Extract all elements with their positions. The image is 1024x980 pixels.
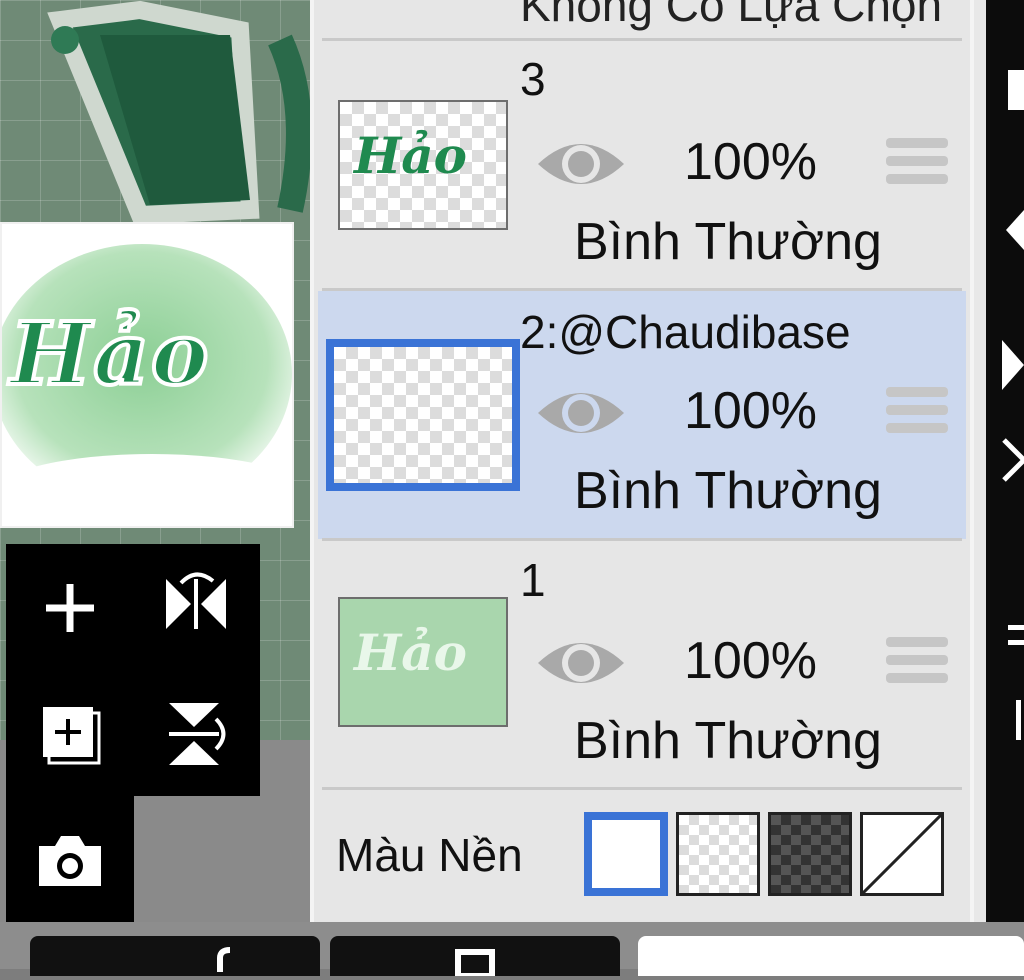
- copy-layer-icon: [43, 707, 101, 765]
- flip-vertical-icon: [169, 703, 226, 765]
- divider: [322, 38, 962, 41]
- thumbnail-lettering: Hảo: [354, 623, 467, 682]
- selection-status: Không Có Lựa Chọn: [520, 0, 943, 31]
- add-copy-layer-button[interactable]: [30, 694, 110, 774]
- drag-handle-icon[interactable]: [886, 138, 948, 196]
- layer-row-1[interactable]: Hảo 1 100% Bình Thường: [318, 541, 966, 789]
- blend-mode[interactable]: Bình Thường: [574, 711, 882, 771]
- blend-mode[interactable]: Bình Thường: [574, 461, 882, 521]
- plus-icon: [46, 584, 94, 632]
- bg-swatch-transparent[interactable]: [676, 812, 760, 896]
- background-color-label: Màu Nền: [336, 829, 523, 881]
- layer-thumbnail-selected: [326, 339, 520, 491]
- lock-icon: [455, 949, 495, 979]
- bottom-button-middle[interactable]: [330, 936, 620, 979]
- layer-opacity[interactable]: 100%: [684, 631, 817, 691]
- thumbnail-lettering: Hảo: [354, 126, 467, 185]
- undo-icon: [217, 947, 231, 972]
- flip-horizontal-icon: [166, 572, 226, 629]
- layer-tools-panel-lower: [6, 796, 134, 924]
- drag-handle-icon[interactable]: [886, 387, 948, 445]
- divider: [322, 787, 962, 790]
- eye-icon[interactable]: [536, 633, 626, 693]
- layer-opacity[interactable]: 100%: [684, 381, 817, 441]
- layers-panel: Không Có Lựa Chọn Hảo 3 100% Bình Thường…: [310, 0, 974, 922]
- eye-icon[interactable]: [536, 134, 626, 194]
- drag-handle-icon[interactable]: [886, 637, 948, 695]
- right-toolbar: [986, 0, 1024, 922]
- blend-mode[interactable]: Bình Thường: [574, 212, 882, 272]
- layer-row-3[interactable]: Hảo 3 100% Bình Thường: [318, 42, 966, 290]
- add-layer-button[interactable]: [30, 568, 110, 648]
- layer-name: 2:@Chaudibase: [520, 306, 851, 358]
- layer-tools-panel: [6, 544, 260, 796]
- flip-horizontal-button[interactable]: [156, 564, 236, 644]
- bottom-button-right[interactable]: [638, 936, 1024, 976]
- layer-row-2[interactable]: 2:@Chaudibase 100% Bình Thường: [318, 291, 966, 539]
- background-color-row: Màu Nền: [314, 792, 966, 920]
- layer-thumbnail: Hảo: [338, 100, 508, 230]
- layer-thumbnail: Hảo: [338, 597, 508, 727]
- layer-name: 1: [520, 554, 546, 606]
- layer-opacity[interactable]: 100%: [684, 132, 817, 192]
- flip-vertical-button[interactable]: [156, 694, 236, 774]
- layer-name: 3: [520, 53, 546, 105]
- toolbar-icons: [1002, 70, 1024, 740]
- bg-swatch-dark[interactable]: [768, 812, 852, 896]
- canvas-preview: Hảo: [0, 222, 294, 528]
- diagonal-slash-icon: [861, 813, 943, 895]
- camera-import-button[interactable]: [30, 820, 110, 900]
- preview-lettering: Hảo: [8, 302, 211, 407]
- bg-swatch-white[interactable]: [584, 812, 668, 896]
- bg-swatch-none[interactable]: [860, 812, 944, 896]
- camera-icon: [39, 836, 101, 886]
- eye-icon[interactable]: [536, 383, 626, 443]
- bottom-button-left[interactable]: [30, 936, 320, 976]
